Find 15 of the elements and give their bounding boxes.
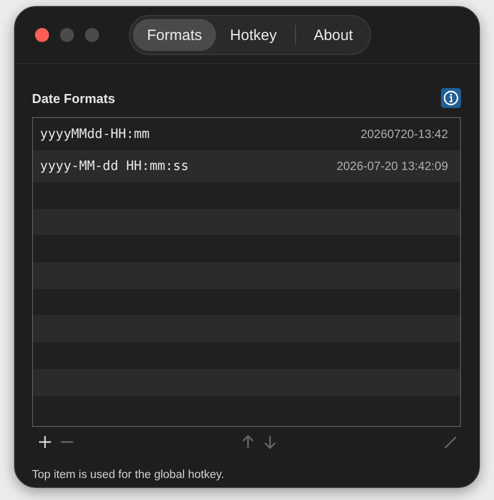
arrow-up-icon <box>240 435 254 449</box>
tab[interactable]: About <box>300 19 367 51</box>
arrow-down-icon <box>262 435 276 449</box>
section-title: Date Formats <box>32 90 116 106</box>
format-preview: 20260720-13:42 <box>360 127 448 141</box>
pencil-icon <box>443 435 457 449</box>
info-icon[interactable] <box>441 88 461 108</box>
format-pattern: yyyy-MM-dd HH:mm:ss <box>40 158 189 174</box>
footer-note: Top item is used for the global hotkey. <box>32 469 226 481</box>
plus-icon <box>38 435 52 449</box>
window-button[interactable] <box>35 28 49 42</box>
tab[interactable]: Formats <box>133 19 216 51</box>
format-pattern: yyyyMMdd-HH:mm <box>40 126 150 142</box>
tab[interactable]: Hotkey <box>216 19 291 51</box>
format-preview: 2026-07-20 13:42:09 <box>336 159 448 173</box>
